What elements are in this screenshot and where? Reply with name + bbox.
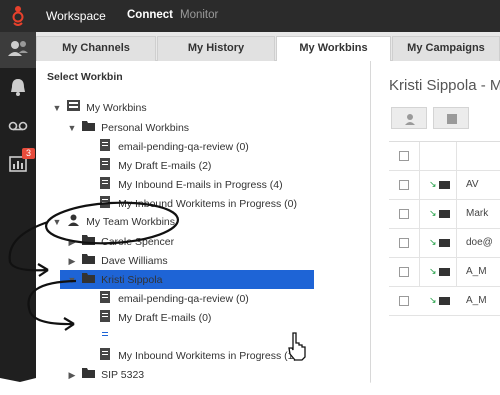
toolbar-button[interactable]: [433, 107, 469, 129]
table-row[interactable]: ↘ A_M: [389, 258, 500, 287]
table-row[interactable]: ↘ doe@: [389, 229, 500, 258]
select-all-checkbox[interactable]: [399, 151, 409, 161]
email-icon: [439, 297, 450, 305]
inbound-arrow-icon: ↘: [429, 266, 437, 276]
row-cell: Mark: [466, 208, 489, 219]
callout-ellipse: [44, 201, 180, 245]
inbound-arrow-icon: ↘: [429, 208, 437, 218]
grid-header-row: [389, 142, 500, 171]
row-checkbox[interactable]: [399, 238, 409, 248]
interactions-grid: ↘ AV ↘ Mark ↘ doe@ ↘ A_M ↘ A_M: [389, 141, 500, 316]
email-icon: [439, 239, 450, 247]
row-cell: A_M: [466, 266, 487, 277]
email-icon: [439, 181, 450, 189]
move-icon: [447, 114, 457, 124]
inbound-arrow-icon: ↘: [429, 237, 437, 247]
torn-edge-decoration: [0, 377, 500, 395]
table-row[interactable]: ↘ AV: [389, 171, 500, 200]
row-cell: doe@: [466, 237, 493, 248]
inbound-arrow-icon: ↘: [429, 295, 437, 305]
hand-cursor-icon: [288, 332, 306, 361]
row-checkbox[interactable]: [399, 180, 409, 190]
callout-arrow: [8, 220, 49, 272]
toolbar-button[interactable]: [391, 107, 427, 129]
row-checkbox[interactable]: [399, 209, 409, 219]
user-action-icon: [405, 114, 415, 125]
workbin-title: Kristi Sippola - M: [389, 77, 500, 94]
row-cell: AV: [466, 179, 479, 190]
table-row[interactable]: ↘ Mark: [389, 200, 500, 229]
table-row[interactable]: ↘ A_M: [389, 287, 500, 316]
row-cell: A_M: [466, 295, 487, 306]
row-checkbox[interactable]: [399, 267, 409, 277]
row-checkbox[interactable]: [399, 296, 409, 306]
email-icon: [439, 210, 450, 218]
email-icon: [439, 268, 450, 276]
callout-arrow: [27, 279, 77, 326]
workbin-content-panel: Kristi Sippola - M ↘ AV ↘ Mark ↘ doe@ ↘ …: [371, 61, 500, 395]
inbound-arrow-icon: ↘: [429, 179, 437, 189]
